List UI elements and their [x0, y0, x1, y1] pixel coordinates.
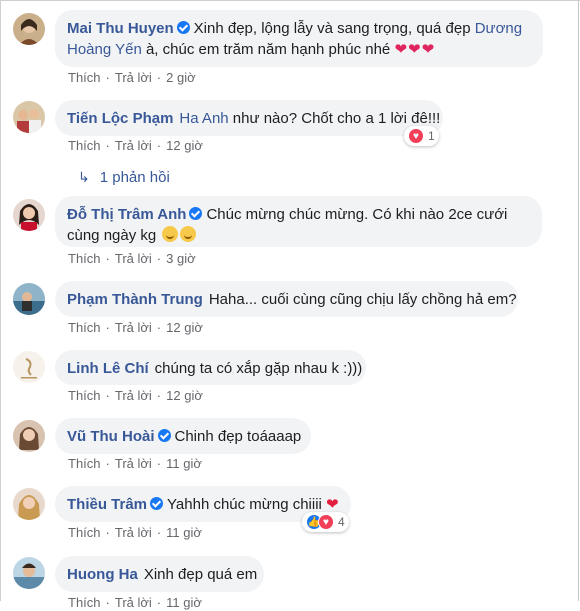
heart-emoji-icon: ❤	[326, 496, 339, 513]
comment-time[interactable]: 12 giờ	[166, 138, 203, 153]
comment-time[interactable]: 11 giờ	[166, 525, 202, 540]
reply-button[interactable]: Trả lời	[115, 70, 152, 85]
avatar[interactable]	[13, 283, 45, 315]
avatar[interactable]	[13, 557, 45, 589]
reply-button[interactable]: Trả lời	[115, 595, 152, 610]
reply-button[interactable]: Trả lời	[115, 388, 152, 403]
comment-author[interactable]: Huong Ha	[67, 566, 138, 583]
reply-button[interactable]: Trả lời	[115, 320, 152, 335]
like-button[interactable]: Thích	[68, 388, 101, 403]
comment-time[interactable]: 11 giờ	[166, 456, 202, 471]
comment-time[interactable]: 2 giờ	[166, 70, 196, 85]
comment-bubble: Đỗ Thị Trâm Anh Chúc mừng chúc mừng. Có k…	[55, 196, 542, 247]
comment-actions: Thích · Trả lời · 3 giờ	[68, 251, 196, 266]
comment-author[interactable]: Tiến Lộc Phạm	[67, 110, 173, 127]
comment-bubble: Phạm Thành Trung Haha... cuối cùng cũng c…	[55, 281, 518, 317]
comment-author[interactable]: Mai Thu Huyen	[67, 20, 174, 37]
comment-text: Xinh đẹp quá em	[143, 566, 258, 583]
smile-emoji-icon	[162, 226, 179, 242]
like-button[interactable]: Thích	[68, 595, 101, 610]
comment-bubble: Tiến Lộc Phạm Ha Anh như nào? Chốt cho a …	[55, 100, 443, 136]
comment-text: chúng ta có xắp gặp nhau k :)))	[154, 360, 363, 377]
comment-text: Chinh đẹp toáaaap	[174, 428, 302, 445]
verified-badge-icon	[157, 429, 171, 442]
comment-author[interactable]: Linh Lê Chí	[67, 360, 149, 377]
like-button[interactable]: Thích	[68, 525, 101, 540]
avatar[interactable]	[13, 199, 45, 231]
avatar[interactable]	[13, 488, 45, 520]
comment-author[interactable]: Thiều Trâm	[67, 496, 147, 513]
reply-button[interactable]: Trả lời	[115, 138, 152, 153]
comment-text: Xinh đẹp, lộng lẫy và sang trọng, quá đẹ…	[193, 20, 475, 37]
comment-actions: Thích · Trả lời · 2 giờ	[68, 70, 196, 85]
reaction-count: 1	[428, 129, 435, 143]
comment-time[interactable]: 3 giờ	[166, 251, 196, 266]
replies-label: 1 phản hồi	[99, 169, 170, 186]
verified-badge-icon	[150, 497, 164, 510]
reaction-summary[interactable]: 👍 ♥ 4	[302, 512, 349, 532]
comment-author[interactable]: Vũ Thu Hoài	[67, 428, 155, 445]
comment-text: Haha... cuối cùng cũng chịu lấy chồng hả…	[208, 291, 517, 308]
verified-badge-icon	[189, 207, 203, 220]
comment-time[interactable]: 11 giờ	[166, 595, 202, 610]
frame-border-left	[0, 0, 1, 601]
avatar[interactable]	[13, 101, 45, 133]
comment-bubble: Mai Thu Huyen Xinh đẹp, lộng lẫy và sang …	[55, 10, 543, 67]
reaction-summary[interactable]: ♥ 1	[404, 126, 439, 146]
reply-arrow-icon: ↳	[78, 169, 90, 185]
like-button[interactable]: Thích	[68, 456, 101, 471]
comment-author[interactable]: Đỗ Thị Trâm Anh	[67, 206, 186, 223]
comment-time[interactable]: 12 giờ	[166, 388, 203, 403]
comment-actions: Thích · Trả lời · 12 giờ	[68, 138, 203, 153]
comment-bubble: Huong Ha Xinh đẹp quá em	[55, 556, 264, 592]
comment-text: như nào? Chốt cho a 1 lời đê!!!	[228, 110, 441, 127]
reply-button[interactable]: Trả lời	[115, 456, 152, 471]
comment-author[interactable]: Phạm Thành Trung	[67, 291, 203, 308]
avatar[interactable]	[13, 420, 45, 452]
view-replies-link[interactable]: ↳ 1 phản hồi	[78, 167, 170, 187]
avatar[interactable]	[13, 351, 45, 383]
reply-button[interactable]: Trả lời	[115, 251, 152, 266]
reaction-count: 4	[338, 515, 345, 529]
comment-actions: Thích · Trả lời · 12 giờ	[68, 388, 203, 403]
comment-bubble: Linh Lê Chí chúng ta có xắp gặp nhau k :)…	[55, 350, 366, 385]
like-button[interactable]: Thích	[68, 320, 101, 335]
verified-badge-icon	[176, 21, 190, 34]
comment-bubble: Vũ Thu Hoài Chinh đẹp toáaaap	[55, 418, 311, 454]
like-button[interactable]: Thích	[68, 138, 101, 153]
comment-time[interactable]: 12 giờ	[166, 320, 203, 335]
comment-actions: Thích · Trả lời · 11 giờ	[68, 525, 202, 540]
like-button[interactable]: Thích	[68, 251, 101, 266]
comment-actions: Thích · Trả lời · 12 giờ	[68, 320, 203, 335]
avatar[interactable]	[13, 13, 45, 45]
heart-emoji-icon: ❤❤❤	[394, 41, 436, 58]
smile-emoji-icon	[180, 226, 197, 242]
love-reaction-icon: ♥	[408, 128, 424, 144]
frame-border-right	[578, 0, 579, 601]
like-button[interactable]: Thích	[68, 70, 101, 85]
comment-actions: Thích · Trả lời · 11 giờ	[68, 456, 202, 471]
comment-actions: Thích · Trả lời · 11 giờ	[68, 595, 202, 610]
comment-text: Yahhh chúc mừng chiiii	[167, 496, 327, 513]
mention-link[interactable]: Ha Anh	[179, 110, 228, 127]
love-reaction-icon: ♥	[318, 514, 334, 530]
comment-text: à, chúc em trăm năm hạnh phúc nhé	[141, 41, 395, 58]
frame-border-top	[0, 0, 580, 1]
reply-button[interactable]: Trả lời	[115, 525, 152, 540]
